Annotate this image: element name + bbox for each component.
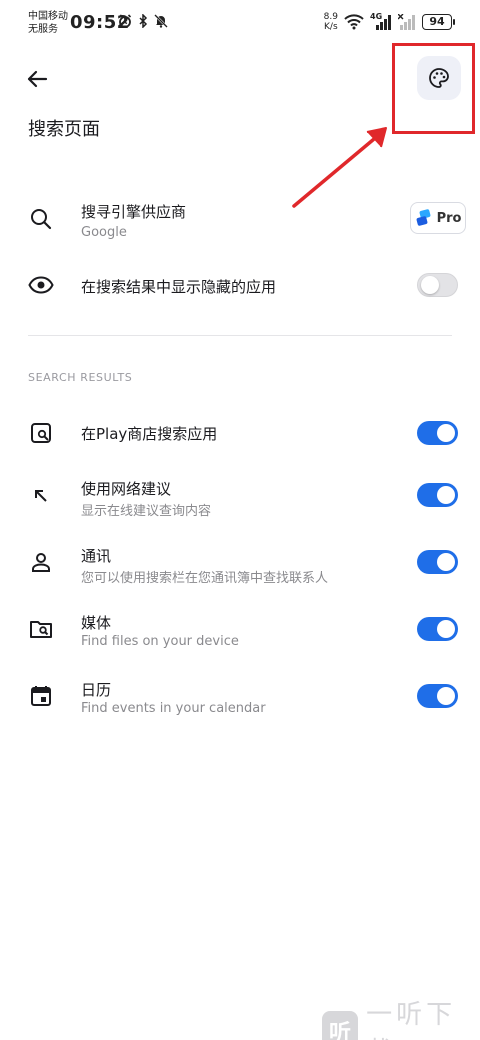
layers-pro-icon — [416, 209, 430, 226]
pro-badge[interactable]: Pro — [410, 202, 466, 234]
speed-unit: K/s — [324, 22, 338, 32]
arrow-up-left-icon — [27, 482, 55, 510]
status-icons-left — [118, 14, 168, 28]
play-store-toggle[interactable] — [417, 421, 458, 445]
provider-subtitle: Google — [81, 225, 127, 240]
contacts-toggle[interactable] — [417, 550, 458, 574]
store-search-icon — [27, 419, 55, 447]
person-icon — [27, 548, 55, 576]
page-title: 搜索页面 — [28, 119, 100, 140]
result-subtitle: 您可以使用搜索栏在您通讯簿中查找联系人 — [81, 571, 329, 586]
eye-icon — [27, 271, 55, 299]
carrier-info: 中国移动 无服务 — [28, 10, 68, 36]
carrier-name: 中国移动 — [28, 11, 68, 22]
result-subtitle: 显示在线建议查询内容 — [81, 504, 212, 519]
cell-signal-4g: 4G — [370, 12, 392, 30]
media-toggle[interactable] — [417, 617, 458, 641]
search-icon — [27, 205, 55, 233]
battery-indicator: 94 — [422, 14, 455, 30]
toggle-knob — [437, 553, 455, 571]
divider — [28, 335, 452, 336]
watermark-logo: 听 — [322, 1011, 359, 1040]
toggle-knob — [437, 486, 455, 504]
mute-bell-icon — [154, 14, 168, 28]
bluetooth-icon — [139, 14, 148, 28]
result-row-media[interactable]: 媒体 Find files on your device — [0, 610, 480, 654]
toggle-knob — [437, 424, 455, 442]
result-row-calendar[interactable]: 日历 Find events in your calendar — [0, 677, 480, 721]
carrier-service: 无服务 — [28, 24, 58, 35]
section-header: SEARCH RESULTS — [28, 371, 133, 384]
result-row-play-store[interactable]: 在Play商店搜索应用 — [0, 417, 480, 453]
pro-label: Pro — [436, 210, 462, 226]
result-title: 使用网络建议 — [81, 480, 172, 498]
calendar-toggle[interactable] — [417, 684, 458, 708]
show-hidden-apps-row[interactable]: 在搜索结果中显示隐藏的应用 — [0, 268, 480, 304]
provider-title: 搜寻引擎供应商 — [81, 203, 187, 221]
status-icons-right: 8.9 K/s 4G 94 — [324, 12, 455, 32]
wifi-icon — [344, 14, 364, 30]
alarm-icon — [118, 14, 132, 28]
speed-value: 8.9 — [323, 12, 338, 22]
signal-bars-icon — [376, 15, 391, 30]
result-subtitle: Find events in your calendar — [81, 701, 266, 716]
watermark-text: 一听下载 — [366, 1000, 457, 1040]
show-hidden-toggle[interactable] — [417, 273, 458, 297]
result-row-contacts[interactable]: 通讯 您可以使用搜索栏在您通讯簿中查找联系人 — [0, 543, 480, 587]
search-provider-row[interactable]: 搜寻引擎供应商 Google Pro — [0, 196, 480, 246]
toggle-knob — [437, 620, 455, 638]
web-suggestions-toggle[interactable] — [417, 483, 458, 507]
annotation-highlight-box — [392, 43, 475, 134]
result-title: 通讯 — [81, 547, 112, 565]
watermark: 听 一听下载 — [322, 994, 480, 1040]
result-title: 日历 — [81, 681, 112, 699]
show-hidden-title: 在搜索结果中显示隐藏的应用 — [81, 278, 277, 296]
result-title: 媒体 — [81, 614, 112, 632]
network-speed: 8.9 K/s — [324, 12, 338, 32]
calendar-icon — [27, 682, 55, 710]
toggle-knob — [421, 276, 439, 294]
result-title: 在Play商店搜索应用 — [81, 425, 218, 443]
no-signal-icon — [398, 14, 415, 30]
status-bar: 中国移动 无服务 09:52 8.9 K/s 4G 94 — [0, 0, 480, 44]
arrow-back-icon — [27, 70, 48, 88]
folder-search-icon — [27, 615, 55, 643]
result-subtitle: Find files on your device — [81, 634, 239, 649]
toggle-knob — [437, 687, 455, 705]
result-row-web-suggestions[interactable]: 使用网络建议 显示在线建议查询内容 — [0, 476, 480, 520]
back-button[interactable] — [22, 64, 52, 94]
